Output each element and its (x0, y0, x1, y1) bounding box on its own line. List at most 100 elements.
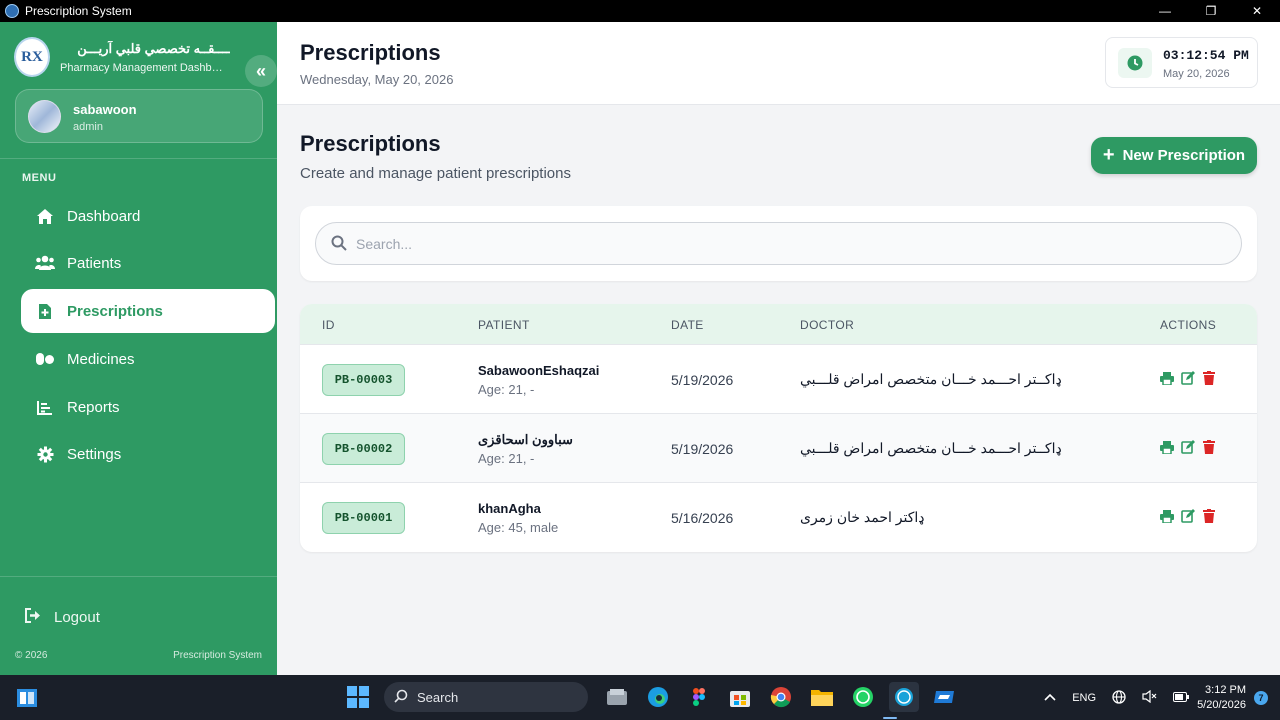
task-view-icon[interactable] (16, 687, 38, 709)
prescription-id-badge: PB-00001 (322, 502, 405, 534)
pills-icon (21, 352, 67, 366)
user-card[interactable]: sabawoon admin (15, 89, 263, 143)
chrome-icon[interactable] (766, 682, 796, 712)
sidebar-item-settings[interactable]: Settings (21, 432, 275, 476)
collapse-sidebar-button[interactable]: « (245, 55, 277, 87)
chevron-up-icon[interactable] (1044, 692, 1056, 704)
edit-icon[interactable] (1181, 440, 1195, 454)
row-actions (1160, 371, 1216, 385)
maximize-button[interactable]: ❐ (1188, 0, 1234, 22)
sidebar-item-label: Dashboard (67, 207, 141, 225)
windows-taskbar: Search ENG 3:12 PM 5/20/2026 7 (0, 675, 1280, 720)
doctor-name: ډاکتر احمد خان زمری (800, 509, 925, 525)
print-icon[interactable] (1160, 371, 1174, 385)
column-header-actions: ACTIONS (1160, 318, 1217, 332)
figma-icon[interactable] (684, 682, 714, 712)
plus-icon: + (1102, 144, 1115, 166)
remote-app-icon[interactable] (930, 682, 960, 712)
whatsapp-icon[interactable] (848, 682, 878, 712)
trash-icon[interactable] (1202, 440, 1216, 454)
patient-name: SabawoonEshaqzai (478, 363, 600, 378)
taskbar-date: 5/20/2026 (1197, 699, 1246, 711)
search-icon (331, 235, 347, 256)
system-tray: ENG 3:12 PM 5/20/2026 7 (1036, 683, 1268, 713)
active-app-indicator (883, 717, 897, 719)
search-box[interactable] (315, 222, 1242, 265)
user-role: admin (73, 121, 103, 133)
prescription-id-badge: PB-00003 (322, 364, 405, 396)
taskbar-search[interactable]: Search (384, 682, 588, 712)
footer-app-name: Prescription System (173, 650, 262, 661)
edit-icon[interactable] (1181, 371, 1195, 385)
user-name: sabawoon (73, 102, 137, 117)
table-header: ID PATIENT DATE DOCTOR ACTIONS (300, 304, 1257, 344)
sidebar-item-prescriptions[interactable]: Prescriptions (21, 289, 275, 333)
column-header-patient: PATIENT (478, 318, 530, 332)
sidebar-item-patients[interactable]: Patients (21, 241, 275, 285)
window-titlebar: Prescription System — ❐ ✕ (0, 0, 1280, 22)
new-prescription-button[interactable]: + New Prescription (1091, 137, 1257, 174)
table-row[interactable]: PB-00003 SabawoonEshaqzai Age: 21, - 5/1… (300, 344, 1257, 413)
battery-icon[interactable] (1173, 691, 1190, 705)
taskbar-clock[interactable]: 3:12 PM 5/20/2026 (1197, 683, 1246, 713)
trash-icon[interactable] (1202, 509, 1216, 523)
file-explorer-icon[interactable] (602, 682, 632, 712)
home-icon (21, 208, 67, 225)
taskbar-search-label: Search (417, 689, 459, 705)
edge-icon[interactable] (643, 682, 673, 712)
prescription-app-icon[interactable] (888, 682, 919, 712)
header-title: Prescriptions (300, 40, 441, 65)
window-title: Prescription System (25, 4, 132, 18)
sidebar-item-label: Settings (67, 445, 122, 463)
prescription-id-badge: PB-00002 (322, 433, 405, 465)
sidebar-item-dashboard[interactable]: Dashboard (21, 194, 275, 238)
sidebar-item-label: Medicines (67, 350, 135, 368)
prescription-date: 5/19/2026 (671, 372, 734, 388)
close-button[interactable]: ✕ (1234, 0, 1280, 22)
table-row[interactable]: PB-00001 khanAgha Age: 45, male 5/16/202… (300, 482, 1257, 551)
new-prescription-label: New Prescription (1122, 147, 1246, 164)
network-globe-icon[interactable] (1112, 689, 1126, 707)
table-row[interactable]: PB-00002 سباوون اسحاقزی Age: 21, - 5/19/… (300, 413, 1257, 482)
minimize-button[interactable]: — (1142, 0, 1188, 22)
doctor-name: ډاکــتر احـــمد خـــان متخصص امراض قلـــ… (800, 440, 1062, 456)
chevrons-left-icon: « (255, 60, 266, 81)
search-icon (394, 689, 408, 706)
column-header-doctor: DOCTOR (800, 318, 855, 332)
clock-time: 03:12:54 PM (1163, 48, 1249, 63)
brand-name: ــــقــه تخصصي قلبي آريـــن (77, 41, 230, 56)
print-icon[interactable] (1160, 440, 1174, 454)
patient-name: سباوون اسحاقزی (478, 432, 573, 447)
top-header: Prescriptions Wednesday, May 20, 2026 03… (277, 22, 1280, 105)
language-indicator[interactable]: ENG (1072, 692, 1096, 704)
sidebar-item-reports[interactable]: Reports (21, 385, 275, 429)
folder-icon[interactable] (807, 682, 837, 712)
column-header-date: DATE (671, 318, 704, 332)
logout-label: Logout (54, 609, 100, 626)
clock-date: May 20, 2026 (1163, 68, 1230, 80)
page-title: Prescriptions (300, 131, 441, 156)
chart-icon (21, 400, 67, 415)
print-icon[interactable] (1160, 509, 1174, 523)
store-icon[interactable] (725, 682, 755, 712)
menu-title: MENU (22, 172, 57, 184)
prescription-date: 5/19/2026 (671, 441, 734, 457)
volume-muted-icon[interactable] (1142, 689, 1157, 706)
clock-icon (1118, 48, 1152, 78)
patient-age: Age: 45, male (478, 520, 559, 535)
logout-button[interactable]: Logout (24, 608, 100, 627)
divider (0, 576, 277, 577)
users-icon (21, 255, 67, 271)
logout-icon (24, 608, 54, 627)
trash-icon[interactable] (1202, 371, 1216, 385)
search-input[interactable] (356, 223, 1226, 264)
sidebar-item-label: Reports (67, 398, 120, 416)
sidebar-item-medicines[interactable]: Medicines (21, 337, 275, 381)
edit-icon[interactable] (1181, 509, 1195, 523)
notification-badge[interactable]: 7 (1254, 691, 1268, 705)
windows-start-icon[interactable] (343, 682, 373, 712)
column-header-id: ID (322, 318, 335, 332)
patient-age: Age: 21, - (478, 382, 535, 397)
page-subtitle: Create and manage patient prescriptions (300, 165, 571, 182)
prescriptions-table: ID PATIENT DATE DOCTOR ACTIONS PB-00003 … (300, 304, 1257, 552)
